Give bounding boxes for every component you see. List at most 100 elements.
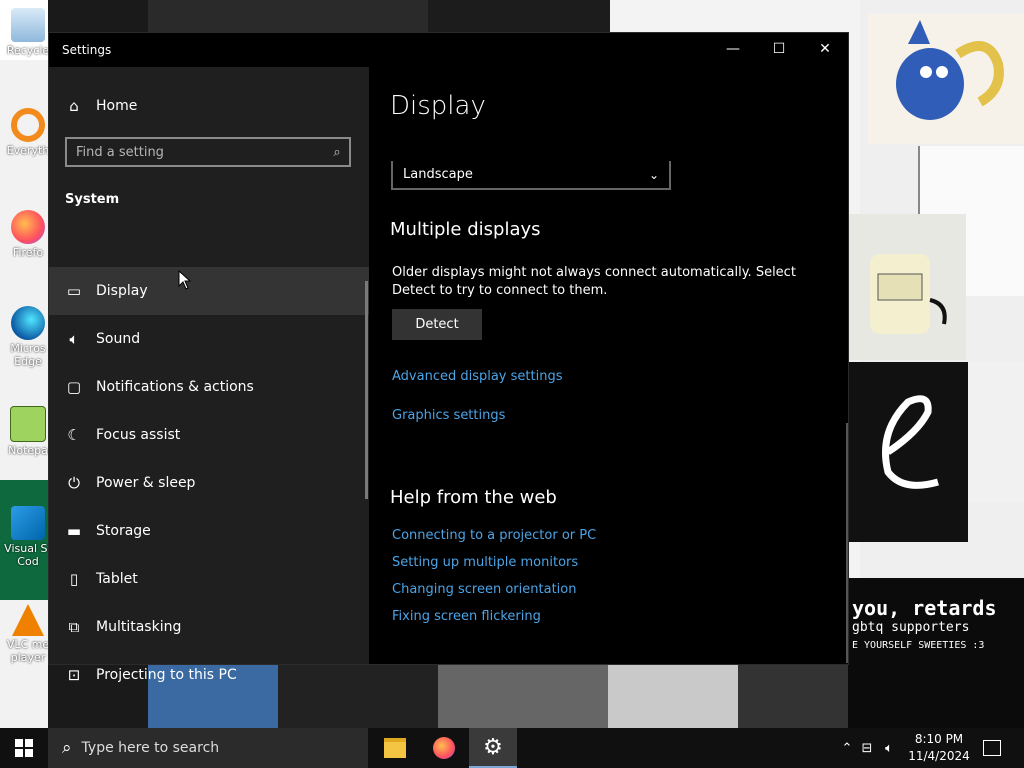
multiple-displays-heading: Multiple displays bbox=[390, 219, 541, 240]
settings-window: Settings — ☐ ✕ ⌂ Home ⌕ System ▭ Display… bbox=[48, 32, 849, 684]
title-bar[interactable]: Settings — ☐ ✕ bbox=[49, 33, 848, 67]
sidebar-item-label: Power & sleep bbox=[96, 475, 196, 491]
wallpaper-dark-strip bbox=[148, 0, 428, 32]
gear-icon: ⚙ bbox=[483, 734, 503, 760]
sidebar: ⌂ Home ⌕ System ▭ Display 🔈︎ Sound ▢ Not… bbox=[49, 67, 369, 684]
sidebar-item-multitasking[interactable]: ⧉ Multitasking bbox=[49, 603, 369, 651]
windows-logo-icon bbox=[15, 739, 33, 757]
help-link-screen-orientation[interactable]: Changing screen orientation bbox=[392, 582, 576, 597]
firefox-icon bbox=[433, 737, 455, 759]
taskbar-firefox[interactable] bbox=[420, 728, 468, 768]
start-button[interactable] bbox=[0, 728, 48, 768]
desktop-icon-label: Everyth bbox=[6, 144, 50, 157]
storage-icon: ▬ bbox=[66, 522, 82, 540]
desktop-icon-notepad[interactable]: Notepa bbox=[4, 406, 52, 457]
network-icon[interactable]: ⊟ bbox=[856, 741, 878, 756]
desktop-icon-label: Notepa bbox=[8, 444, 48, 457]
sidebar-scrollbar[interactable] bbox=[365, 281, 368, 499]
sidebar-item-projecting[interactable]: ⊡ Projecting to this PC bbox=[49, 651, 369, 699]
desktop-icon-label: Firefo bbox=[12, 246, 44, 259]
detect-button[interactable]: Detect bbox=[392, 309, 482, 340]
wallpaper-black-panel bbox=[848, 362, 968, 542]
chevron-down-icon: ⌄ bbox=[648, 167, 659, 182]
sidebar-item-power-sleep[interactable]: ⏻ Power & sleep bbox=[49, 459, 369, 507]
sidebar-item-label: Sound bbox=[96, 331, 141, 347]
taskbar-search-placeholder: Type here to search bbox=[81, 740, 220, 756]
desktop-icon-firefox[interactable]: Firefo bbox=[4, 210, 52, 259]
find-setting-search: ⌕ bbox=[65, 137, 351, 167]
help-link-projector[interactable]: Connecting to a projector or PC bbox=[392, 528, 596, 543]
window-title: Settings bbox=[62, 43, 112, 57]
sidebar-item-display[interactable]: ▭ Display bbox=[49, 267, 369, 315]
everything-search-icon bbox=[11, 108, 45, 142]
cat-drawing-icon bbox=[896, 20, 1004, 120]
desktop-icon-label: Recycle bbox=[6, 44, 50, 57]
search-icon: ⌕ bbox=[62, 738, 72, 758]
wallpaper-document bbox=[968, 362, 1024, 502]
sidebar-item-label: Focus assist bbox=[96, 427, 181, 443]
desktop-icon-recycle-bin[interactable]: Recycle bbox=[4, 8, 52, 57]
sidebar-item-focus-assist[interactable]: ☾ Focus assist bbox=[49, 411, 369, 459]
desktop-icon-label: VLC me player bbox=[6, 638, 50, 664]
taskbar-search-box[interactable]: ⌕ Type here to search bbox=[48, 728, 368, 768]
taskbar: ⌕ Type here to search ⚙ ⌃ ⊟ 🔈︎ 8:10 PM 1… bbox=[0, 728, 1024, 768]
display-settings-pane: Display Landscape ⌄ Multiple displays Ol… bbox=[369, 67, 848, 664]
system-tray: ⌃ ⊟ 🔈︎ bbox=[838, 728, 900, 768]
sidebar-item-label: Notifications & actions bbox=[96, 379, 254, 395]
close-button[interactable]: ✕ bbox=[802, 33, 848, 65]
home-icon: ⌂ bbox=[69, 97, 79, 115]
chevron-up-icon[interactable]: ⌃ bbox=[838, 741, 856, 756]
wallpaper-character bbox=[848, 214, 966, 360]
graphics-settings-link[interactable]: Graphics settings bbox=[392, 408, 505, 423]
sidebar-item-tablet[interactable]: ▯ Tablet bbox=[49, 555, 369, 603]
nav-home-label: Home bbox=[96, 98, 138, 114]
wallpaper-text-line1: you, retards bbox=[852, 596, 997, 620]
notification-icon bbox=[983, 740, 1001, 756]
section-title-system: System bbox=[65, 192, 120, 207]
sidebar-item-label: Display bbox=[96, 283, 148, 299]
search-icon[interactable]: ⌕ bbox=[325, 145, 349, 160]
desktop-icon-label: Visual St Cod bbox=[4, 542, 52, 568]
desktop-icon-everything[interactable]: Everyth bbox=[4, 108, 52, 157]
desktop-icon-label: Micros Edge bbox=[10, 342, 46, 368]
volume-muted-icon[interactable]: 🔈︎ bbox=[878, 741, 900, 756]
taskbar-clock[interactable]: 8:10 PM 11/4/2024 bbox=[900, 731, 978, 765]
minimize-button[interactable]: — bbox=[710, 33, 756, 65]
multiple-displays-description: Older displays might not always connect … bbox=[392, 265, 796, 298]
moon-icon: ☾ bbox=[67, 426, 81, 444]
sidebar-item-label: Projecting to this PC bbox=[96, 667, 237, 683]
notepad-icon bbox=[10, 406, 46, 442]
taskbar-file-explorer[interactable] bbox=[371, 728, 419, 768]
power-icon: ⏻ bbox=[68, 474, 80, 492]
content-scrollbar[interactable] bbox=[846, 423, 848, 663]
firefox-icon bbox=[11, 210, 45, 244]
sidebar-item-notifications[interactable]: ▢ Notifications & actions bbox=[49, 363, 369, 411]
taskbar-settings[interactable]: ⚙ bbox=[469, 728, 517, 768]
page-title: Display bbox=[390, 91, 486, 121]
sidebar-item-label: Multitasking bbox=[96, 619, 182, 635]
multitasking-icon: ⧉ bbox=[68, 618, 80, 636]
desktop-icon-vlc[interactable]: VLC me player bbox=[4, 604, 52, 664]
help-from-web-heading: Help from the web bbox=[390, 487, 557, 508]
action-center-button[interactable] bbox=[968, 728, 1016, 768]
desktop-icon-vscode[interactable]: Visual St Cod bbox=[4, 506, 52, 568]
desktop-icon-edge[interactable]: Micros Edge bbox=[4, 306, 52, 368]
letter-e-drawing-icon bbox=[882, 395, 939, 489]
notification-icon: ▢ bbox=[66, 378, 82, 396]
advanced-display-settings-link[interactable]: Advanced display settings bbox=[392, 369, 562, 384]
projector-icon: ⊡ bbox=[67, 666, 81, 684]
nav-home[interactable]: ⌂ Home bbox=[49, 86, 369, 126]
help-link-screen-flickering[interactable]: Fixing screen flickering bbox=[392, 609, 541, 624]
speaker-icon: 🔈︎ bbox=[69, 330, 79, 348]
maximize-button[interactable]: ☐ bbox=[756, 33, 802, 65]
sidebar-item-sound[interactable]: 🔈︎ Sound bbox=[49, 315, 369, 363]
wallpaper-cartoon-cat bbox=[868, 14, 1024, 144]
sidebar-item-storage[interactable]: ▬ Storage bbox=[49, 507, 369, 555]
help-link-multiple-monitors[interactable]: Setting up multiple monitors bbox=[392, 555, 578, 570]
wallpaper-text-line3: E YOURSELF SWEETIES :3 bbox=[852, 640, 985, 651]
orientation-dropdown[interactable]: Landscape ⌄ bbox=[391, 161, 671, 190]
wallpaper-text-panel: you, retards gbtq supporters E YOURSELF … bbox=[848, 578, 1024, 728]
system-nav-list: ▭ Display 🔈︎ Sound ▢ Notifications & act… bbox=[49, 267, 369, 699]
sidebar-item-label: Tablet bbox=[96, 571, 138, 587]
find-setting-input[interactable] bbox=[67, 143, 325, 161]
